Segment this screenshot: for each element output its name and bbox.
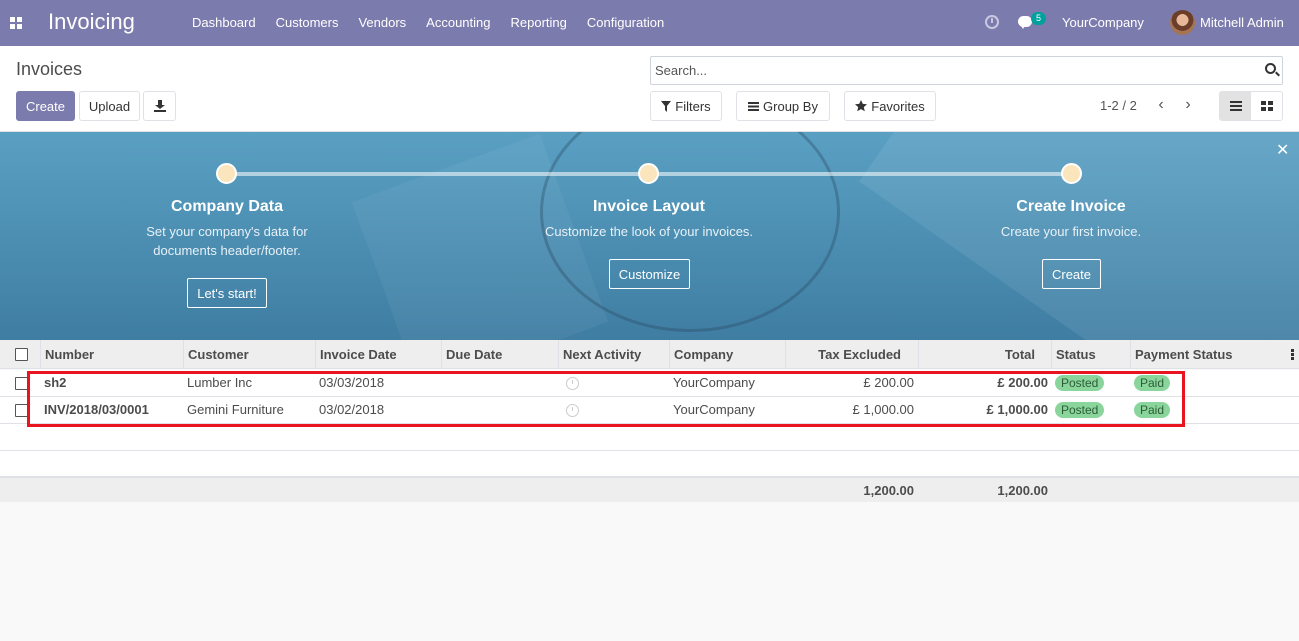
column-header-customer[interactable]: Customer [183,340,315,369]
step-dot-create-invoice [1061,163,1082,184]
search-input[interactable] [655,63,1245,78]
payment-status-badge: Paid [1134,375,1171,391]
step-title: Create Invoice [1016,198,1126,215]
status-badge: Posted [1055,402,1105,418]
select-all-checkbox[interactable] [15,348,28,361]
menu-item-dashboard[interactable]: Dashboard [182,0,266,46]
menu-item-accounting[interactable]: Accounting [416,0,500,46]
table-row[interactable]: INV/2018/03/0001 Gemini Furniture 03/02/… [0,397,1299,424]
cell-tax-excluded: £ 200.00 [863,375,914,390]
chat-count-badge: 5 [1031,12,1047,25]
list-view-button[interactable] [1220,92,1251,120]
step-invoice-layout: Invoice Layout Customize the look of you… [489,198,809,241]
step-dot-invoice-layout [638,163,659,184]
search-box [650,56,1283,85]
payment-status-badge: Paid [1134,402,1171,418]
control-panel: Invoices Create Upload Filters Group By … [0,46,1299,132]
cell-tax-excluded: £ 1,000.00 [852,402,914,417]
filter-icon [661,100,672,112]
table-header: Number Customer Invoice Date Due Date Ne… [0,340,1299,369]
step-dot-company-data [216,163,237,184]
user-menu[interactable]: Mitchell Admin [1200,15,1284,30]
column-header-number[interactable]: Number [40,340,184,369]
step-company-data: Company Data Set your company's data for… [67,198,387,260]
step-description: Create your first invoice. [1000,224,1142,239]
bars-icon [748,101,760,111]
favorites-button[interactable]: Favorites [844,91,936,121]
step-description: Set your company's data for [146,224,308,239]
kanban-icon [1260,101,1273,111]
cell-customer: Lumber Inc [187,375,253,390]
footer-tax-excluded-sum: 1,200.00 [863,483,914,498]
status-badge: Posted [1055,375,1105,391]
view-switcher [1219,91,1283,121]
app-title[interactable]: Invoicing [48,9,135,35]
menu-item-reporting[interactable]: Reporting [501,0,577,46]
create-invoice-button[interactable]: Create [1042,259,1101,289]
step-title: Company Data [170,198,284,215]
user-avatar[interactable] [1170,10,1195,35]
download-icon [153,100,166,112]
column-header-invoice-date[interactable]: Invoice Date [315,340,441,369]
row-checkbox[interactable] [15,404,28,417]
page-title: Invoices [16,59,83,79]
cell-customer: Gemini Furniture [187,402,284,417]
empty-table-row [0,451,1299,477]
group-by-button[interactable]: Group By [736,91,830,121]
menu-item-customers[interactable]: Customers [266,0,349,46]
cell-company: YourCompany [673,375,755,390]
column-header-status[interactable]: Status [1051,340,1131,369]
cell-total: £ 1,000.00 [986,402,1048,417]
step-description: Customize the look of your invoices. [544,224,754,239]
customize-button[interactable]: Customize [609,259,690,289]
step-description: documents header/footer. [153,243,301,258]
activity-clock-icon[interactable] [985,15,999,29]
lets-start-button[interactable]: Let's start! [187,278,267,308]
cell-number: sh2 [44,375,67,390]
pager-previous-icon[interactable]: ‹ [1154,97,1168,113]
cell-total: £ 200.00 [997,375,1048,390]
empty-table-row [0,424,1299,451]
chat-icon[interactable] [1018,16,1032,29]
kanban-view-button[interactable] [1251,92,1282,120]
column-header-company[interactable]: Company [669,340,785,369]
search-icon[interactable] [1265,63,1276,74]
upload-button[interactable]: Upload [79,91,140,121]
step-create-invoice: Create Invoice Create your first invoice… [911,198,1231,241]
download-button[interactable] [143,91,176,121]
cell-invoice-date: 03/02/2018 [319,402,385,417]
menu-item-configuration[interactable]: Configuration [577,0,674,46]
column-header-total[interactable]: Total [918,340,1051,369]
optional-columns-icon[interactable] [1291,349,1294,360]
column-header-next-activity[interactable]: Next Activity [558,340,669,369]
footer-total-sum: 1,200.00 [997,483,1048,498]
activity-clock-icon[interactable] [566,377,579,390]
table-footer-totals: 1,200.00 1,200.00 [0,477,1299,502]
list-icon [1229,101,1242,111]
pager-value[interactable]: 1-2 / 2 [1100,98,1137,113]
close-icon[interactable]: ✕ [1276,140,1289,160]
step-title: Invoice Layout [592,198,706,215]
column-header-due-date[interactable]: Due Date [441,340,558,369]
company-switcher[interactable]: YourCompany [1062,15,1144,30]
pager-next-icon[interactable]: › [1181,97,1195,113]
filters-button[interactable]: Filters [650,91,722,121]
apps-menu-icon[interactable] [10,17,22,29]
top-navbar: Invoicing Dashboard Customers Vendors Ac… [0,0,1299,46]
row-checkbox[interactable] [15,377,28,390]
column-header-payment-status[interactable]: Payment Status [1130,340,1285,369]
column-header-tax-excluded[interactable]: Tax Excluded [785,340,919,369]
cell-company: YourCompany [673,402,755,417]
activity-clock-icon[interactable] [566,404,579,417]
star-icon [855,100,868,112]
main-menu: Dashboard Customers Vendors Accounting R… [182,0,674,46]
menu-item-vendors[interactable]: Vendors [348,0,416,46]
favorites-label: Favorites [871,98,925,114]
cell-invoice-date: 03/03/2018 [319,375,385,390]
cell-number: INV/2018/03/0001 [44,402,149,417]
group-by-label: Group By [763,98,818,114]
create-button[interactable]: Create [16,91,75,121]
filters-label: Filters [675,98,711,114]
table-row[interactable]: sh2 Lumber Inc 03/03/2018 YourCompany £ … [0,370,1299,397]
